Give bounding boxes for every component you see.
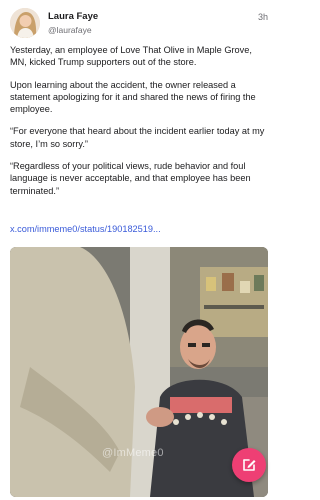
- post-paragraph: Upon learning about the accident, the ow…: [10, 79, 256, 115]
- post-header: Laura Faye @laurafaye 3h: [10, 8, 268, 40]
- pencil-edit-icon: [243, 459, 256, 471]
- post-paragraph: “Regardless of your political views, rud…: [10, 161, 251, 196]
- post-paragraph: “For everyone that heard about the incid…: [10, 126, 265, 149]
- post-link[interactable]: x.com/immeme0/status/190182519...: [10, 224, 161, 234]
- post-card: Laura Faye @laurafaye 3h Yesterday, an e…: [0, 0, 278, 500]
- media-video[interactable]: @ImMeme0: [10, 247, 268, 497]
- video-watermark: @ImMeme0: [102, 447, 164, 459]
- author-name[interactable]: Laura Faye: [48, 11, 98, 22]
- post-timestamp: 3h: [257, 12, 268, 22]
- post-paragraph: Yesterday, an employee of Love That Oliv…: [10, 45, 252, 68]
- compose-button[interactable]: [232, 448, 266, 482]
- avatar[interactable]: [10, 8, 40, 38]
- author-handle[interactable]: @laurafaye: [48, 25, 92, 35]
- video-frame: [10, 247, 268, 497]
- post-body: Yesterday, an employee of Love That Oliv…: [10, 44, 270, 207]
